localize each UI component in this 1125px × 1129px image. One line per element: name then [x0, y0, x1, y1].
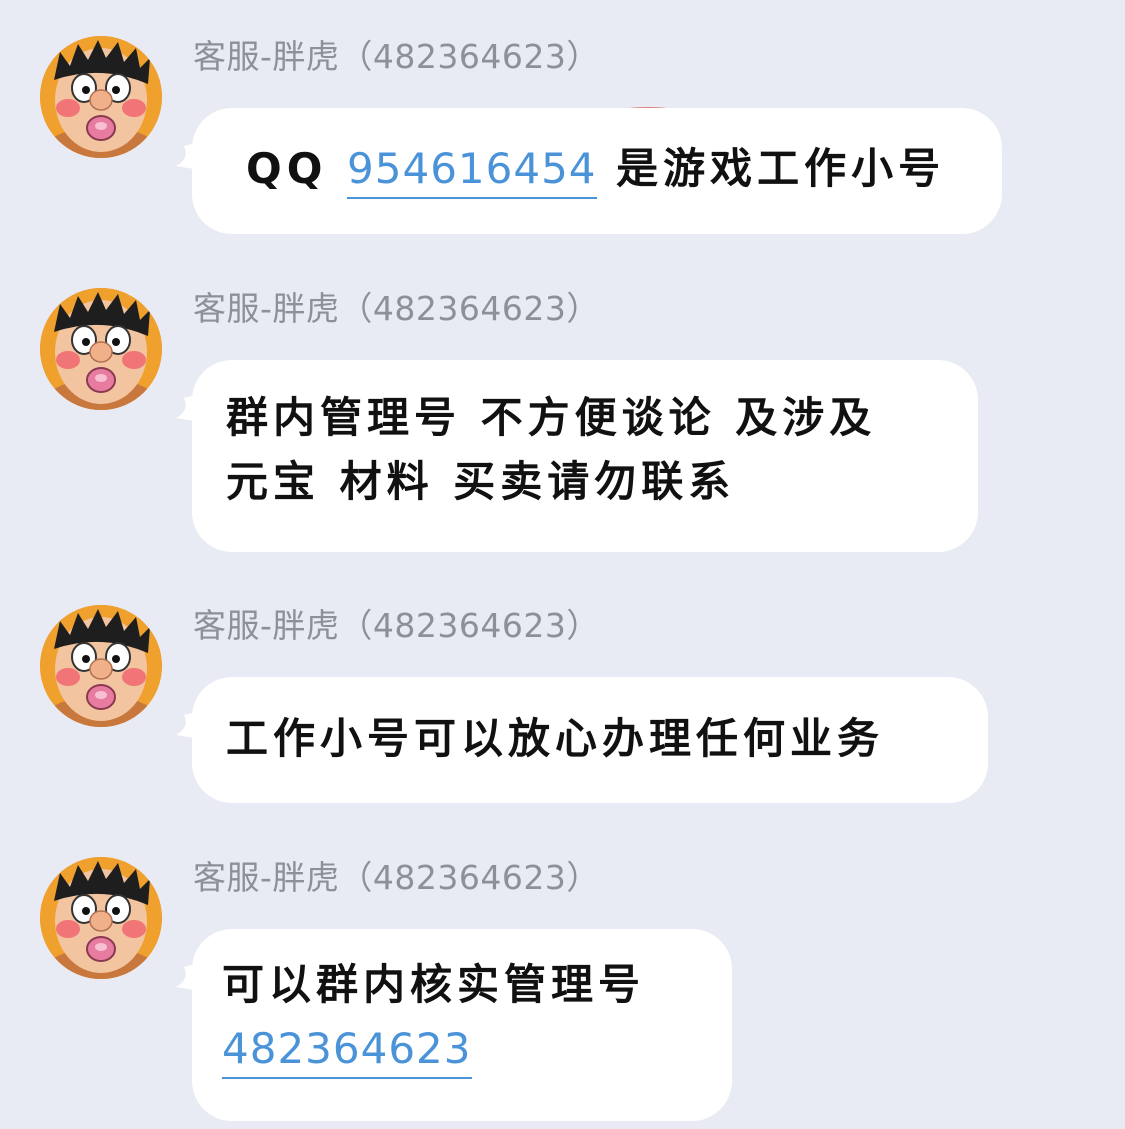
message-line: 群内管理号 不方便谈论 及涉及: [226, 393, 877, 442]
gian-avatar-icon[interactable]: [40, 605, 162, 727]
gian-avatar-icon[interactable]: [40, 857, 162, 979]
gian-avatar-icon[interactable]: [40, 36, 162, 158]
message-line: 可以群内核实管理号: [222, 960, 646, 1009]
sender-name: 客服-胖虎（482364623）: [193, 37, 600, 76]
qq-number-link[interactable]: 482364623: [222, 1023, 472, 1079]
message-bubble[interactable]: QQ 954616454 是游戏工作小号: [192, 108, 1002, 234]
message-bubble[interactable]: 可以群内核实管理号 482364623: [192, 929, 732, 1121]
sender-name: 客服-胖虎（482364623）: [193, 606, 600, 645]
message-bubble[interactable]: 群内管理号 不方便谈论 及涉及 元宝 材料 买卖请勿联系: [192, 360, 978, 552]
message-line: QQ 954616454 是游戏工作小号: [246, 137, 962, 201]
message-line: 元宝 材料 买卖请勿联系: [226, 457, 736, 506]
message-line: 工作小号可以放心办理任何业务: [226, 714, 885, 763]
message-line: 482364623: [222, 1017, 702, 1081]
chat-view[interactable]: 客服-胖虎（482364623） QQ 954616454 是游戏工作小号 客服…: [0, 0, 1125, 1129]
gian-avatar-icon[interactable]: [40, 288, 162, 410]
qq-number-link[interactable]: 954616454: [347, 143, 597, 199]
message-bubble[interactable]: 工作小号可以放心办理任何业务: [192, 677, 988, 803]
sender-name: 客服-胖虎（482364623）: [193, 289, 600, 328]
sender-name: 客服-胖虎（482364623）: [193, 858, 600, 897]
